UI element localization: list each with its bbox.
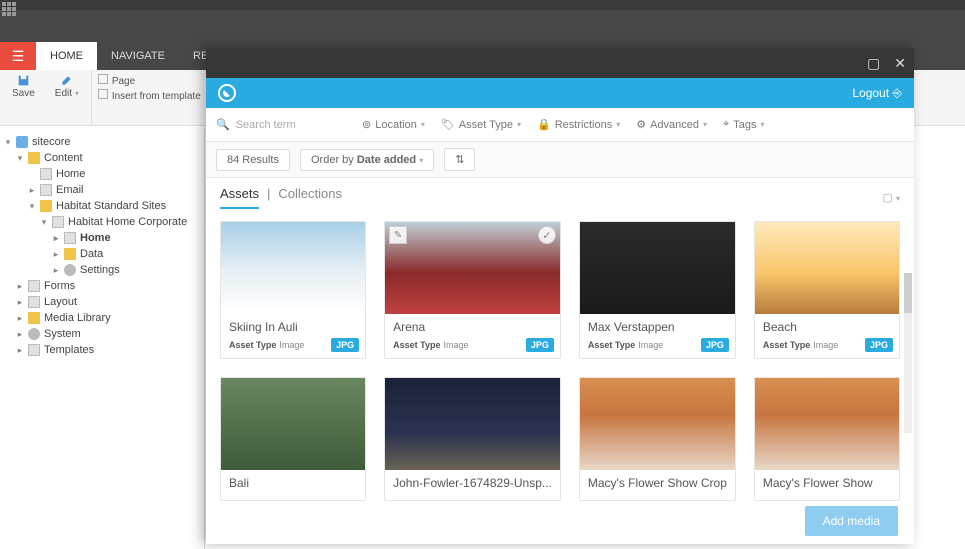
asset-title: Bali (229, 476, 357, 490)
asset-card[interactable]: BeachAsset TypeImageJPG (754, 221, 900, 359)
asset-card[interactable]: Skiing In AuliAsset TypeImageJPG (220, 221, 366, 359)
content-tree: ▾sitecore ▾Content Home ▸Email ▾Habitat … (0, 128, 205, 549)
select-icon[interactable]: ✓ (538, 226, 556, 244)
filter-restrictions[interactable]: 🔒Restrictions▾ (537, 118, 620, 131)
tree-home0[interactable]: Home (4, 166, 200, 182)
view-toggle[interactable]: ▢ ▾ (883, 191, 900, 204)
app-grid-icon[interactable] (2, 2, 18, 18)
overlay-search[interactable]: Search term (236, 119, 296, 131)
asset-card[interactable]: Max VerstappenAsset TypeImageJPG (579, 221, 736, 359)
tree-sitecore[interactable]: ▾sitecore (4, 134, 200, 150)
hamburger-icon[interactable]: ☰ (0, 42, 36, 70)
search-icon: 🔍 (216, 118, 230, 131)
tree-habitat-corp[interactable]: ▾Habitat Home Corporate (4, 214, 200, 230)
tree-layout[interactable]: ▸Layout (4, 294, 200, 310)
asset-thumbnail (580, 222, 735, 314)
tree-settings[interactable]: ▸Settings (4, 262, 200, 278)
results-count: 84 Results (216, 149, 290, 171)
format-badge: JPG (701, 338, 729, 352)
asset-title: Macy's Flower Show (763, 476, 891, 490)
tree-templates[interactable]: ▸Templates (4, 342, 200, 358)
tree-home[interactable]: ▸Home (4, 230, 200, 246)
asset-title: Beach (763, 320, 891, 334)
filter-asset-type[interactable]: 🏷Asset Type▾ (441, 118, 521, 131)
tab-collections[interactable]: Collections (278, 186, 342, 209)
order-by[interactable]: Order by Date added ▾ (300, 149, 434, 171)
media-picker-dialog: ▢ ✕ Logout ⎆ 🔍 Search term ⊚Location▾ 🏷As… (206, 48, 914, 544)
edit-icon[interactable]: ✎ (389, 226, 407, 244)
brand-logo (218, 84, 236, 102)
filter-advanced[interactable]: ⚙Advanced▾ (636, 118, 707, 131)
scrollbar[interactable] (904, 273, 912, 433)
format-badge: JPG (331, 338, 359, 352)
asset-card[interactable]: Macy's Flower Show Crop (579, 377, 736, 501)
add-media-button[interactable]: Add media (805, 506, 898, 536)
save-button[interactable]: Save (6, 73, 41, 101)
tree-media[interactable]: ▸Media Library (4, 310, 200, 326)
tree-data[interactable]: ▸Data (4, 246, 200, 262)
asset-title: Max Verstappen (588, 320, 727, 334)
edit-button[interactable]: Edit ▾ (49, 73, 85, 101)
asset-card[interactable]: Bali (220, 377, 366, 501)
tree-system[interactable]: ▸System (4, 326, 200, 342)
asset-title: Arena (393, 320, 552, 334)
asset-card[interactable]: ✎✓ArenaAsset TypeImageJPG (384, 221, 561, 359)
asset-thumbnail (580, 378, 735, 470)
asset-thumbnail (755, 222, 899, 314)
tree-email[interactable]: ▸Email (4, 182, 200, 198)
asset-thumbnail (755, 378, 899, 470)
asset-card[interactable]: John-Fowler-1674829-Unsp... (384, 377, 561, 501)
tab-assets[interactable]: Assets (220, 186, 259, 209)
filter-location[interactable]: ⊚Location▾ (362, 118, 425, 131)
asset-thumbnail (385, 378, 560, 470)
edit-icon (61, 75, 72, 86)
save-label: Save (12, 88, 35, 99)
tree-forms[interactable]: ▸Forms (4, 278, 200, 294)
maximize-icon[interactable]: ▢ (867, 55, 880, 72)
asset-title: Macy's Flower Show Crop (588, 476, 727, 490)
asset-card[interactable]: Macy's Flower Show (754, 377, 900, 501)
edit-label: Edit (55, 88, 72, 99)
save-icon (18, 75, 29, 86)
asset-title: Skiing In Auli (229, 320, 357, 334)
close-icon[interactable]: ✕ (894, 55, 906, 72)
tree-habitat-sites[interactable]: ▾Habitat Standard Sites (4, 198, 200, 214)
sort-direction[interactable]: ⇅ (444, 148, 475, 171)
filter-tags[interactable]: ⌖Tags▾ (723, 118, 764, 131)
asset-thumbnail (385, 222, 560, 314)
format-badge: JPG (526, 338, 554, 352)
format-badge: JPG (865, 338, 893, 352)
tab-navigate[interactable]: NAVIGATE (97, 42, 179, 70)
asset-thumbnail (221, 222, 365, 314)
asset-thumbnail (221, 378, 365, 470)
logout-link[interactable]: Logout ⎆ (852, 86, 902, 101)
tree-content[interactable]: ▾Content (4, 150, 200, 166)
tab-home[interactable]: HOME (36, 42, 97, 70)
asset-title: John-Fowler-1674829-Unsp... (393, 476, 552, 490)
